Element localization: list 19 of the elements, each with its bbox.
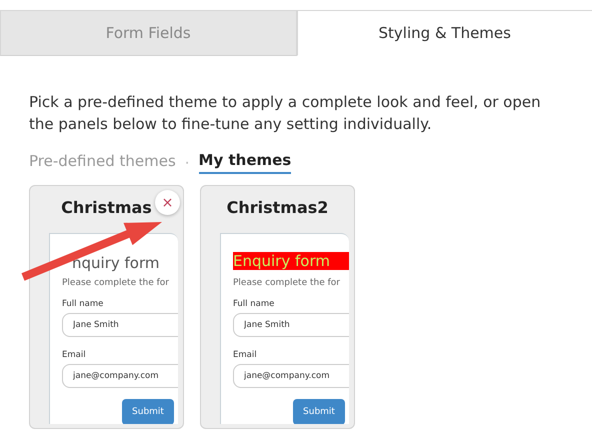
input-field[interactable]: jane@company.com	[233, 364, 349, 388]
submit-button[interactable]: Submit	[293, 399, 345, 424]
intro-text: Pick a pre-defined theme to apply a complete look and feel, or open the panels below to fine-tune any setting individually.	[29, 92, 542, 135]
tab[interactable]: Styling & Themes	[296, 10, 592, 56]
form-title: nquiry form	[72, 254, 160, 272]
separator: ·	[184, 154, 190, 172]
close-button[interactable]: ×	[155, 190, 180, 215]
submit-button[interactable]: Submit	[122, 399, 174, 424]
theme-name: Christmas	[61, 198, 152, 217]
theme-name: Christmas2	[226, 198, 328, 217]
form-title: Enquiry form	[233, 252, 349, 270]
field-label: Full name	[62, 299, 104, 309]
field-label: Email	[233, 350, 257, 360]
form-description: Please complete the for	[62, 278, 169, 288]
field-label: Email	[62, 350, 86, 360]
input-field[interactable]: jane@company.com	[62, 364, 178, 388]
theme-tab[interactable]: My themes	[198, 151, 292, 174]
field-label: Full name	[233, 299, 274, 309]
form-description: Please complete the for	[233, 278, 340, 288]
